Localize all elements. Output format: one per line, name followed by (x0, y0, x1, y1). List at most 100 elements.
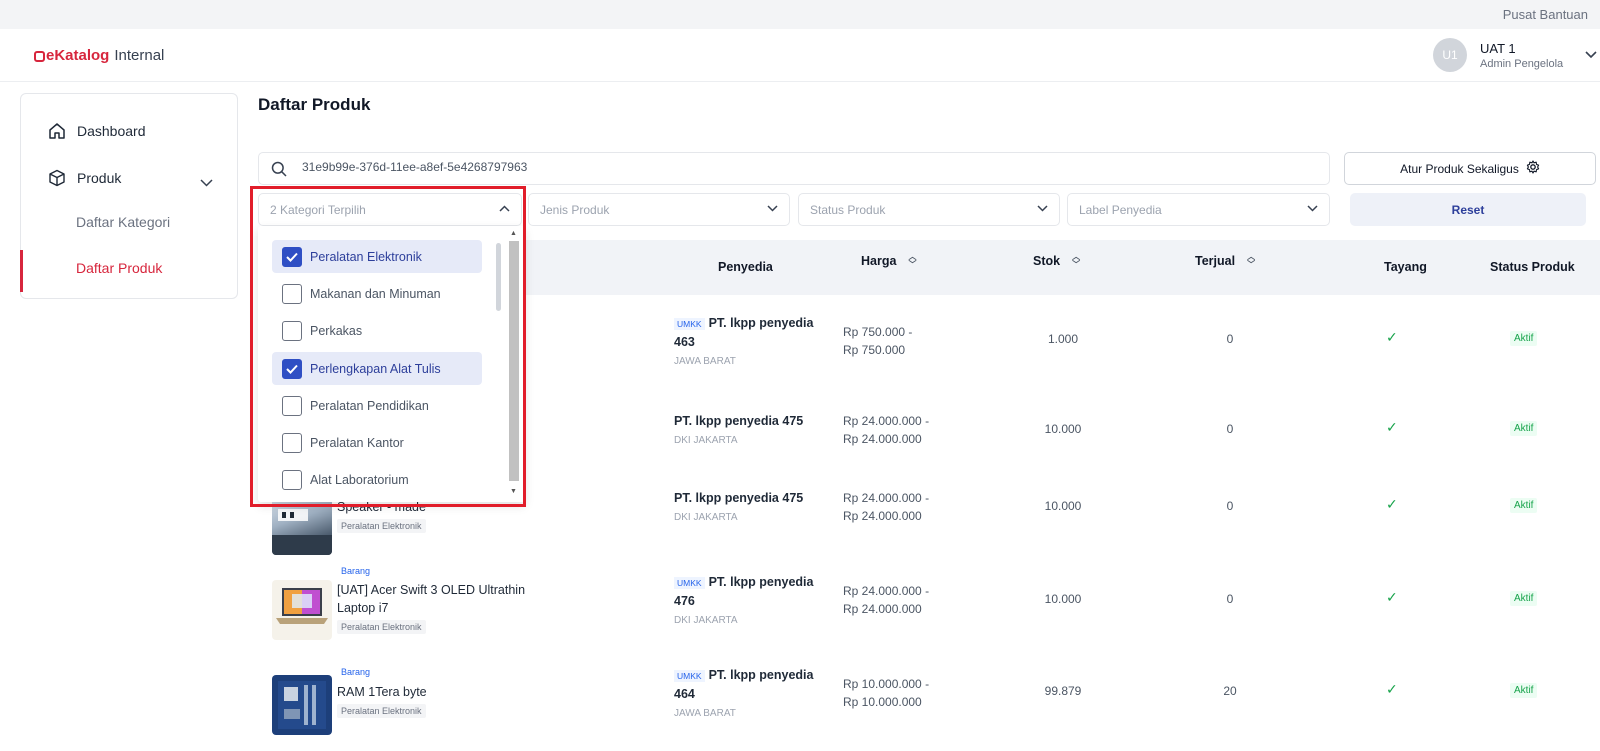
kategori-option-label: Peralatan Pendidikan (310, 398, 429, 413)
box-icon (47, 168, 67, 188)
status-produk-filter[interactable]: Status Produk (798, 193, 1060, 226)
sidebar-item-label: Produk (77, 170, 122, 186)
check-icon: ✓ (1386, 329, 1398, 345)
table-row[interactable]: Barang [UAT] Acer Swift 3 OLED Ultrathin… (258, 566, 1600, 665)
stok-cell: 99.879 (1044, 684, 1082, 698)
price-max: Rp 24.000.000 (843, 602, 922, 616)
kategori-option[interactable]: Perkakas (272, 314, 482, 347)
inner-scrollbar[interactable] (496, 243, 501, 311)
kategori-filter[interactable]: 2 Kategori Terpilih (258, 193, 522, 226)
page-title: Daftar Produk (258, 95, 371, 114)
kategori-option[interactable]: Alat Laboratorium (272, 463, 482, 496)
sidebar-item-dashboard[interactable]: Dashboard (47, 121, 146, 141)
terjual-cell: 0 (1226, 499, 1234, 513)
umkk-badge: UMKK (674, 577, 705, 589)
sidebar-item-daftar-kategori[interactable]: Daftar Kategori (76, 214, 170, 230)
logo[interactable]: eKatalog Internal (34, 47, 164, 64)
price-min: Rp 24.000.000 - (843, 414, 930, 428)
label-penyedia-placeholder: Label Penyedia (1079, 203, 1162, 217)
scrollbar-thumb[interactable] (509, 241, 519, 481)
stok-cell: 10.000 (1044, 422, 1082, 436)
vendor-cell: UMKK PT. lkpp penyedia 476 DKI JAKARTA (674, 573, 824, 630)
table-row[interactable]: Barang RAM 1Tera byte Peralatan Elektron… (258, 667, 1600, 751)
user-name: UAT 1 (1480, 40, 1516, 56)
kategori-dropdown: Peralatan Elektronik Makanan dan Minuman… (258, 226, 525, 502)
scroll-down-icon[interactable]: ▼ (510, 488, 517, 495)
user-menu[interactable]: U1 UAT 1 Admin Pengelola (1433, 38, 1597, 72)
chevron-down-icon (767, 203, 778, 215)
chevron-up-icon (499, 203, 510, 215)
price-cell: Rp 24.000.000 - Rp 24.000.000 (843, 489, 929, 525)
kategori-option[interactable]: Makanan dan Minuman (272, 277, 482, 310)
column-stok[interactable]: Stok ︿ ﹀ (1033, 253, 1080, 269)
jenis-produk-filter[interactable]: Jenis Produk (528, 193, 790, 226)
price-max: Rp 750.000 (843, 343, 906, 357)
search-input[interactable] (302, 160, 1302, 174)
logo-brand: eKatalog (46, 47, 110, 64)
label-penyedia-filter[interactable]: Label Penyedia (1067, 193, 1330, 226)
terjual-cell: 20 (1223, 684, 1237, 698)
chevron-down-icon[interactable] (1585, 48, 1597, 62)
column-harga[interactable]: Harga ︿ ﹀ (861, 253, 916, 269)
checkbox-checked-icon[interactable] (282, 246, 302, 267)
product-name[interactable]: [UAT] Acer Swift 3 OLED Ultrathin Laptop… (337, 581, 547, 617)
kategori-option[interactable]: Peralatan Pendidikan (272, 389, 482, 422)
price-cell: Rp 750.000 - Rp 750.000 (843, 323, 912, 359)
atur-produk-label: Atur Produk Sekaligus (1400, 161, 1519, 176)
vendor-cell: PT. lkpp penyedia 475 DKI JAKARTA (674, 412, 824, 450)
chevron-down-icon (1037, 203, 1048, 215)
reset-button[interactable]: Reset (1350, 193, 1586, 226)
avatar: U1 (1433, 38, 1467, 72)
sort-icon[interactable]: ︿ ﹀ (1072, 253, 1080, 269)
terjual-cell: 0 (1226, 332, 1234, 346)
kategori-option[interactable]: Peralatan Kantor (272, 426, 482, 459)
help-link[interactable]: Pusat Bantuan (1503, 7, 1588, 22)
scroll-up-icon[interactable]: ▲ (510, 230, 517, 237)
status-produk-placeholder: Status Produk (810, 203, 886, 217)
chevron-down-icon[interactable] (200, 176, 213, 190)
stok-cell: 10.000 (1044, 592, 1082, 606)
laptop-image-icon (276, 588, 328, 624)
price-max: Rp 24.000.000 (843, 432, 922, 446)
checkbox-checked-icon[interactable] (282, 358, 302, 379)
sidebar-item-produk[interactable]: Produk (47, 168, 121, 188)
column-tayang: Tayang (1384, 260, 1427, 274)
product-thumbnail[interactable] (272, 495, 332, 555)
vendor-region: JAWA BARAT (674, 708, 736, 719)
atur-produk-button[interactable]: Atur Produk Sekaligus (1344, 152, 1596, 185)
column-harga-label: Harga (861, 254, 897, 268)
vendor-region: DKI JAKARTA (674, 435, 738, 446)
product-thumbnail[interactable] (272, 675, 332, 735)
kategori-option-label: Perkakas (310, 323, 363, 338)
logo-mark-icon (34, 51, 45, 62)
home-icon (47, 121, 67, 141)
sort-icon[interactable]: ︿ ﹀ (908, 253, 916, 269)
price-cell: Rp 10.000.000 - Rp 10.000.000 (843, 675, 929, 711)
check-icon: ✓ (1386, 589, 1398, 605)
top-bar: Pusat Bantuan (0, 0, 1600, 29)
column-terjual[interactable]: Terjual ︿ ﹀ (1195, 253, 1255, 269)
product-name[interactable]: RAM 1Tera byte (337, 683, 547, 701)
header: eKatalog Internal U1 UAT 1 Admin Pengelo… (0, 29, 1600, 82)
price-cell: Rp 24.000.000 - Rp 24.000.000 (843, 582, 929, 618)
price-min: Rp 750.000 - (843, 325, 913, 339)
checkbox-icon[interactable] (282, 395, 302, 416)
category-badge: Peralatan Elektronik (337, 704, 426, 718)
product-type: Barang (341, 566, 371, 576)
kategori-option[interactable]: Perlengkapan Alat Tulis (272, 352, 482, 385)
vendor-region: JAWA BARAT (674, 356, 736, 367)
scrollbar[interactable]: ▲ ▼ (508, 230, 520, 498)
checkbox-icon[interactable] (282, 469, 302, 490)
active-indicator (20, 250, 23, 292)
vendor-cell: UMKK PT. lkpp penyedia 464 JAWA BARAT (674, 666, 824, 723)
kategori-option[interactable]: Peralatan Elektronik (272, 240, 482, 273)
checkbox-icon[interactable] (282, 432, 302, 453)
sort-icon[interactable]: ︿ ﹀ (1247, 253, 1255, 269)
product-thumbnail[interactable] (272, 580, 332, 640)
checkbox-icon[interactable] (282, 283, 302, 304)
kategori-option-label: Alat Laboratorium (310, 472, 409, 487)
checkbox-icon[interactable] (282, 320, 302, 341)
motherboard-image-icon (278, 681, 326, 729)
vendor-cell: PT. lkpp penyedia 475 DKI JAKARTA (674, 489, 824, 527)
sidebar-item-daftar-produk[interactable]: Daftar Produk (76, 260, 162, 276)
